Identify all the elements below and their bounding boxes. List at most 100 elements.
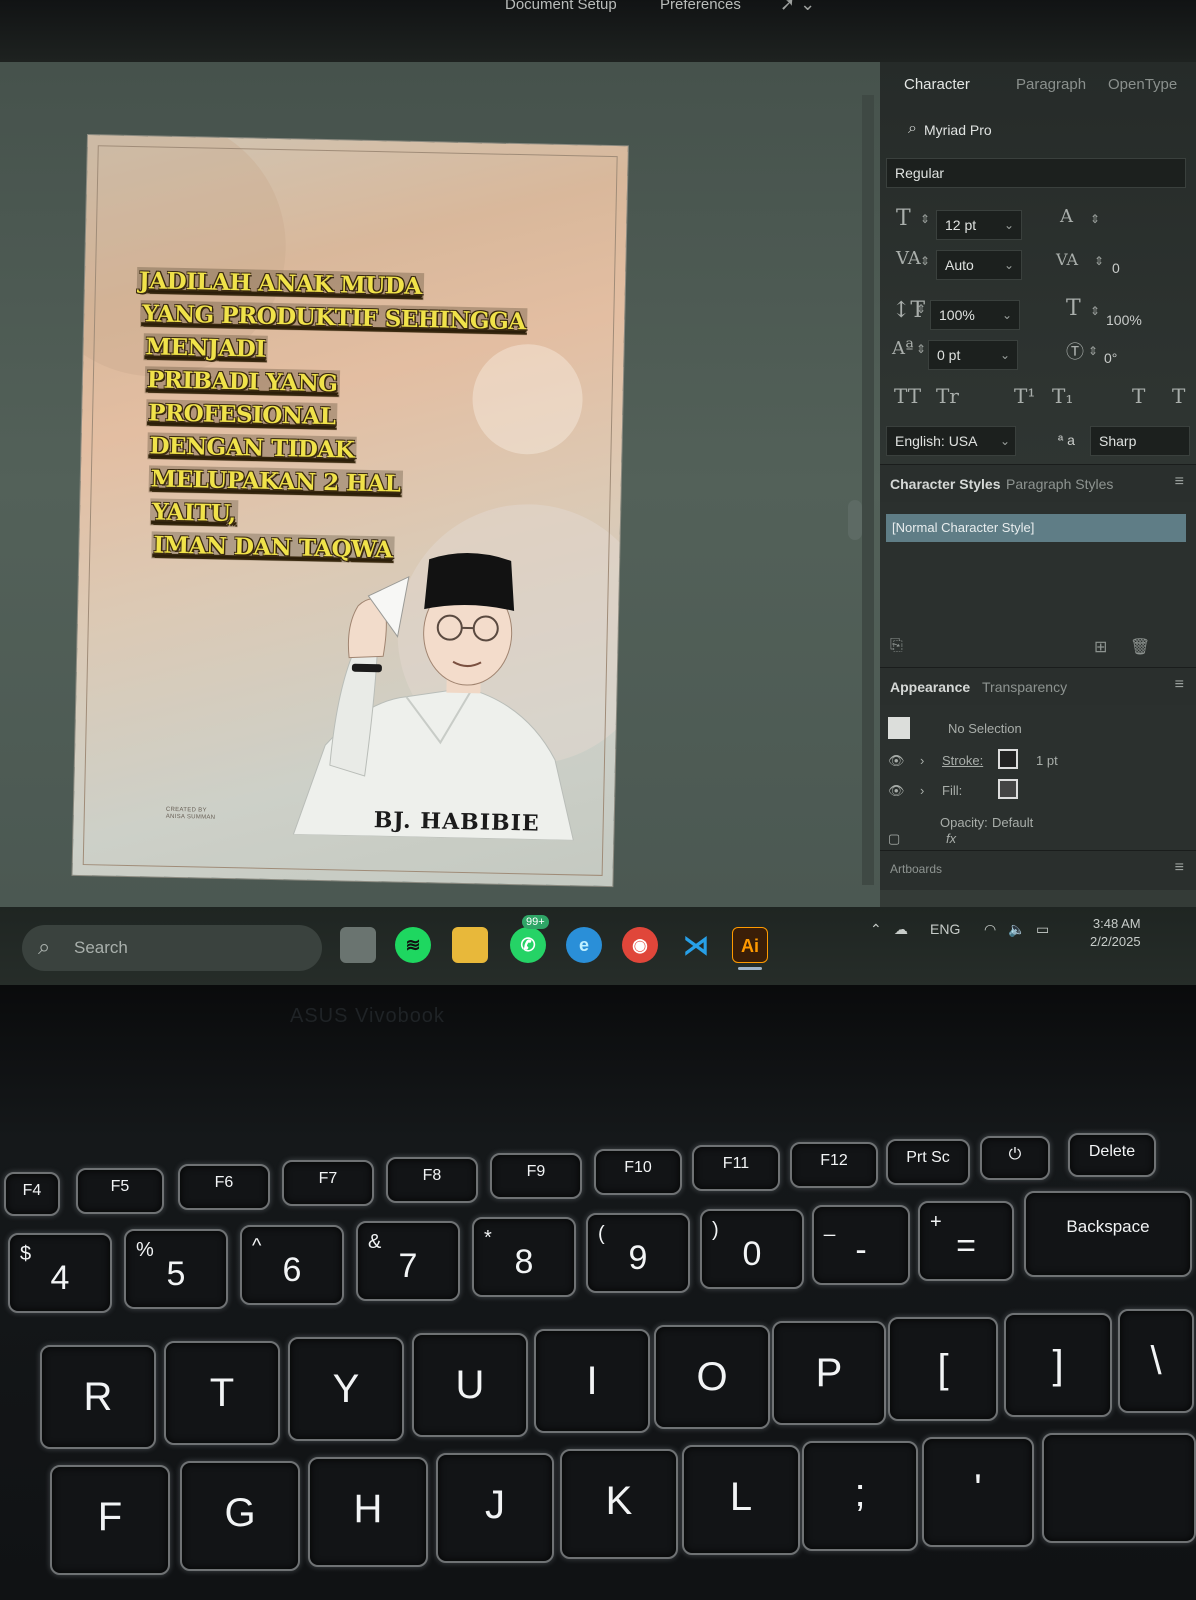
tracking-value[interactable]: 0 — [1112, 260, 1120, 276]
key-f5[interactable]: F5 — [76, 1168, 164, 1214]
key-open-bracket[interactable]: [ — [888, 1317, 998, 1421]
small-caps-icon[interactable]: Tr — [936, 384, 959, 408]
key-4[interactable]: $4 — [8, 1233, 112, 1313]
all-caps-icon[interactable]: TT — [894, 384, 921, 408]
stepper-icon[interactable]: ⇕ — [1090, 212, 1100, 226]
key-k[interactable]: K — [560, 1449, 678, 1559]
stepper-icon[interactable]: ⇕ — [920, 254, 930, 268]
trash-icon[interactable]: 🗑 — [1130, 637, 1150, 657]
preferences-button[interactable]: Preferences — [660, 0, 741, 13]
key-backslash[interactable]: \ — [1118, 1309, 1194, 1413]
chevron-down-icon[interactable]: ⌄ — [1004, 258, 1014, 272]
key-f[interactable]: F — [50, 1465, 170, 1575]
key-f11[interactable]: F11 — [692, 1145, 780, 1191]
chevron-up-icon[interactable]: ⌃ — [870, 921, 882, 938]
quote-text-block[interactable]: JADILAH ANAK MUDA YANG PRODUKTIF SEHINGG… — [131, 264, 529, 569]
key-f4[interactable]: F4 — [4, 1172, 60, 1216]
stepper-icon[interactable]: ⇕ — [916, 342, 926, 356]
key-f10[interactable]: F10 — [594, 1149, 682, 1195]
antialias-select[interactable]: Sharp — [1090, 426, 1190, 456]
key-i[interactable]: I — [534, 1329, 650, 1433]
stepper-icon[interactable]: ⇕ — [916, 302, 926, 316]
stroke-weight-value[interactable]: 1 pt — [1036, 753, 1058, 768]
chevron-right-icon[interactable]: › — [920, 783, 924, 798]
chevron-right-icon[interactable]: › — [920, 753, 924, 768]
key-quote[interactable]: ' — [922, 1437, 1034, 1547]
key-delete[interactable]: Delete — [1068, 1133, 1156, 1177]
load-styles-icon[interactable]: ⎘ — [890, 637, 903, 655]
stroke-swatch[interactable] — [998, 749, 1018, 769]
key-l[interactable]: L — [682, 1445, 800, 1555]
key-o[interactable]: O — [654, 1325, 770, 1429]
key-6[interactable]: ^ 6 — [240, 1225, 344, 1305]
taskbar-clock[interactable]: 3:48 AM 2/2/2025 — [1090, 915, 1141, 951]
key-7[interactable]: & 7 — [356, 1221, 460, 1301]
fill-label[interactable]: Fill: — [942, 783, 962, 798]
opacity-label[interactable]: Opacity: — [940, 815, 988, 830]
key-f6[interactable]: F6 — [178, 1164, 270, 1210]
strikethrough-icon[interactable]: T — [1172, 384, 1185, 408]
vscode-icon[interactable]: ⋊ — [678, 927, 714, 963]
stepper-icon[interactable]: ⇕ — [1090, 304, 1100, 318]
chevron-down-icon[interactable]: ⌄ — [1000, 434, 1010, 448]
key-j[interactable]: J — [436, 1453, 554, 1563]
tab-paragraph[interactable]: Paragraph — [1016, 76, 1086, 93]
file-explorer-icon[interactable] — [452, 927, 488, 963]
key-print-screen[interactable]: Prt Sc — [886, 1139, 970, 1185]
key-9[interactable]: (9 — [586, 1213, 690, 1293]
stroke-label[interactable]: Stroke: — [942, 753, 983, 768]
tab-character-styles[interactable]: Character Styles — [890, 476, 1001, 492]
key-8[interactable]: * 8 — [472, 1217, 576, 1297]
taskbar-search[interactable]: ⌕ Search — [22, 925, 322, 971]
key-enter[interactable] — [1042, 1433, 1196, 1543]
panel-menu-icon[interactable]: ≡ — [1175, 859, 1184, 877]
volume-icon[interactable]: 🔈 — [1008, 921, 1025, 938]
new-style-icon[interactable]: ⊞ — [1094, 637, 1107, 657]
key-r[interactable]: R — [40, 1345, 156, 1449]
battery-icon[interactable]: ▭ — [1036, 921, 1049, 938]
underline-icon[interactable]: T — [1132, 384, 1145, 408]
key-f12[interactable]: F12 — [790, 1142, 878, 1188]
document-setup-button[interactable]: Document Setup — [505, 0, 617, 13]
tab-appearance[interactable]: Appearance — [890, 679, 970, 695]
language-select[interactable]: English: USA — [886, 426, 1016, 456]
fx-icon[interactable]: fx — [946, 831, 956, 846]
poster-artboard[interactable]: JADILAH ANAK MUDA YANG PRODUKTIF SEHINGG… — [72, 135, 628, 887]
whatsapp-icon[interactable]: ✆ — [510, 927, 546, 963]
wifi-icon[interactable]: ◠ — [984, 921, 996, 938]
key-close-bracket[interactable]: ] — [1004, 1313, 1112, 1417]
add-layer-icon[interactable]: ▢ — [888, 831, 900, 847]
edge-icon[interactable]: e — [566, 927, 602, 963]
chevron-down-icon[interactable]: ⌄ — [1000, 348, 1010, 362]
key-f8[interactable]: F8 — [386, 1157, 478, 1203]
horizontal-scale-value[interactable]: 100% — [1106, 312, 1142, 328]
stepper-icon[interactable]: ⇕ — [1094, 254, 1104, 268]
stepper-icon[interactable]: ⇕ — [1088, 344, 1098, 358]
cloud-icon[interactable]: ☁ — [894, 921, 908, 938]
task-view-icon[interactable] — [340, 927, 376, 963]
artboards-title[interactable]: Artboards — [890, 862, 942, 876]
subscript-icon[interactable]: T₁ — [1052, 384, 1073, 408]
key-f7[interactable]: F7 — [282, 1160, 374, 1206]
selection-tool-dropdown-icon[interactable]: ➚ ⌄ — [780, 0, 815, 15]
key-p[interactable]: P — [772, 1321, 886, 1425]
key-5[interactable]: % 5 — [124, 1229, 228, 1309]
key-u[interactable]: U — [412, 1333, 528, 1437]
key-y[interactable]: Y — [288, 1337, 404, 1441]
superscript-icon[interactable]: T¹ — [1014, 384, 1035, 408]
key-t[interactable]: T — [164, 1341, 280, 1445]
language-indicator[interactable]: ENG — [930, 921, 960, 937]
rotation-value[interactable]: 0° — [1104, 350, 1117, 366]
font-style-field[interactable]: Regular — [886, 158, 1186, 188]
key-semicolon[interactable]: ; — [802, 1441, 918, 1551]
key-minus[interactable]: _ - — [812, 1205, 910, 1285]
font-family-field[interactable]: Myriad Pro — [916, 116, 1186, 146]
key-0[interactable]: ) 0 — [700, 1209, 804, 1289]
key-f9[interactable]: F9 — [490, 1153, 582, 1199]
tab-character[interactable]: Character — [904, 76, 970, 93]
illustrator-icon[interactable]: Ai — [732, 927, 768, 963]
spotify-icon[interactable]: ≋ — [395, 927, 431, 963]
list-item[interactable]: [Normal Character Style] — [886, 514, 1186, 542]
key-backspace[interactable]: Backspace — [1024, 1191, 1192, 1277]
chevron-down-icon[interactable]: ⌄ — [1004, 218, 1014, 232]
